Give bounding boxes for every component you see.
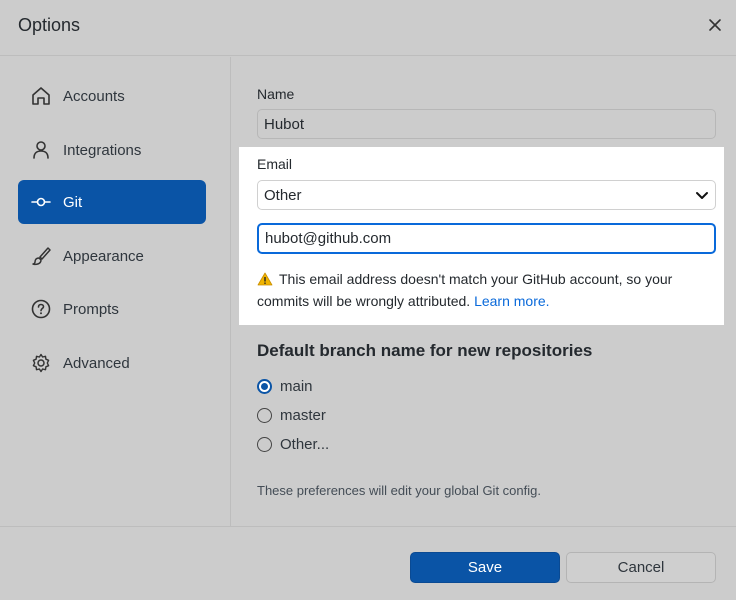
email-input[interactable]: hubot@github.com: [257, 223, 716, 254]
learn-more-link[interactable]: Learn more.: [474, 293, 549, 309]
save-button[interactable]: Save: [410, 552, 560, 583]
radio-button[interactable]: [257, 407, 272, 423]
warning-text: This email address doesn't match your Gi…: [257, 271, 673, 309]
dialog-title: Options: [18, 15, 81, 35]
git-commit-icon: [30, 191, 52, 213]
radio-other[interactable]: Other...: [257, 433, 329, 455]
name-label: Name: [257, 86, 295, 102]
radio-button[interactable]: [257, 436, 272, 452]
name-input[interactable]: Hubot: [257, 109, 716, 139]
email-select[interactable]: Other: [257, 180, 716, 210]
sidebar-item-label: Git: [63, 193, 83, 211]
sidebar-item-advanced[interactable]: Advanced: [18, 341, 206, 385]
warning-icon: [257, 272, 273, 286]
email-warning: This email address doesn't match your Gi…: [257, 268, 717, 312]
sidebar-item-appearance[interactable]: Appearance: [18, 234, 206, 278]
radio-master[interactable]: master: [257, 404, 326, 426]
question-icon: [30, 298, 52, 320]
sidebar-item-accounts[interactable]: Accounts: [18, 74, 206, 118]
radio-label: Other...: [280, 435, 330, 453]
sidebar-item-label: Integrations: [63, 141, 142, 159]
paintbrush-icon: [30, 245, 52, 267]
sidebar-item-label: Advanced: [63, 354, 130, 372]
email-label: Email: [257, 156, 293, 172]
close-button[interactable]: [704, 14, 726, 36]
sidebar: Accounts Integrations Git Appearance Pro…: [0, 57, 231, 526]
sidebar-item-git[interactable]: Git: [18, 180, 206, 224]
config-note: These preferences will edit your global …: [257, 483, 541, 498]
sidebar-item-label: Appearance: [63, 247, 144, 265]
gear-icon: [30, 352, 52, 374]
home-icon: [30, 85, 52, 107]
chevron-down-icon: [696, 192, 708, 199]
sidebar-item-integrations[interactable]: Integrations: [18, 128, 206, 172]
person-icon: [30, 139, 52, 161]
close-icon: [709, 19, 721, 31]
sidebar-item-prompts[interactable]: Prompts: [18, 287, 206, 331]
radio-button[interactable]: [257, 378, 272, 394]
radio-label: main: [280, 377, 313, 395]
branch-section-title: Default branch name for new repositories: [257, 341, 593, 360]
dialog-titlebar: Options: [0, 0, 736, 56]
cancel-button[interactable]: Cancel: [566, 552, 716, 583]
sidebar-item-label: Accounts: [63, 87, 125, 105]
sidebar-item-label: Prompts: [63, 300, 119, 318]
radio-label: master: [280, 406, 326, 424]
email-select-value: Other: [264, 186, 302, 204]
radio-main[interactable]: main: [257, 375, 313, 397]
